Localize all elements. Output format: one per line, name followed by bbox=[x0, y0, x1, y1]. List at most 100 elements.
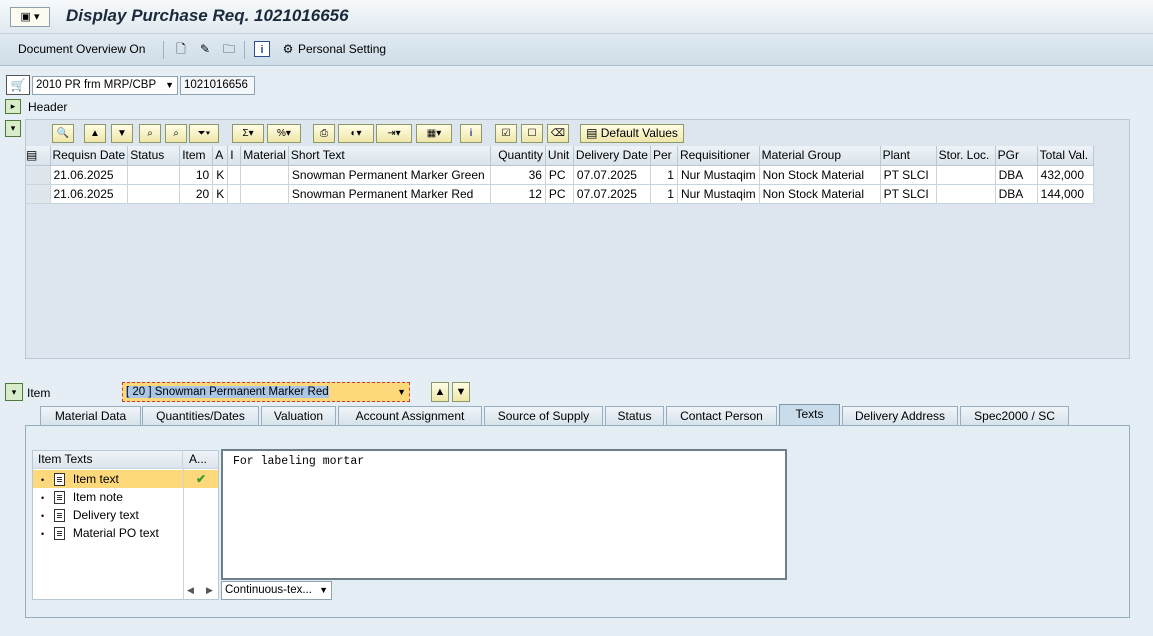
tab-spec2000-sc[interactable]: Spec2000 / SC bbox=[960, 406, 1069, 426]
cell-unit[interactable]: PC bbox=[545, 165, 574, 185]
cell-short-text[interactable]: Snowman Permanent Marker Green bbox=[288, 165, 491, 185]
column-header[interactable]: Total Val. bbox=[1037, 146, 1094, 166]
tree-item-item-text[interactable]: • Item text bbox=[33, 470, 183, 488]
cell-material-group[interactable]: Non Stock Material bbox=[759, 165, 881, 185]
cell-total-val[interactable]: 432,000 bbox=[1037, 165, 1094, 185]
cell-requisn-date[interactable]: 21.06.2025 bbox=[50, 165, 129, 185]
column-header[interactable]: Quantity bbox=[490, 146, 546, 166]
cell-status[interactable] bbox=[127, 184, 181, 204]
column-header[interactable]: Material Group bbox=[759, 146, 881, 166]
cell-a[interactable]: K bbox=[212, 165, 229, 185]
pr-number-field[interactable]: 1021016656 bbox=[180, 76, 255, 95]
item-select[interactable]: [ 20 ] Snowman Permanent Marker Red ▼ bbox=[122, 382, 410, 402]
row-selector[interactable] bbox=[26, 165, 51, 185]
tab-material-data[interactable]: Material Data bbox=[40, 406, 141, 426]
document-overview-button[interactable]: Document Overview On bbox=[18, 42, 145, 56]
tab-delivery-address[interactable]: Delivery Address bbox=[842, 406, 958, 426]
column-header[interactable]: Requisn Date bbox=[50, 146, 129, 166]
other-purchase-req-icon[interactable]: 🗀 bbox=[221, 41, 237, 57]
collapse-items-icon[interactable]: ▾ bbox=[5, 120, 21, 137]
scroll-right-icon[interactable]: ▶ bbox=[206, 585, 213, 596]
column-header[interactable]: Stor. Loc. bbox=[936, 146, 996, 166]
column-header[interactable]: Short Text bbox=[288, 146, 491, 166]
info-icon[interactable]: i bbox=[254, 41, 270, 57]
display-change-icon[interactable]: ✎ bbox=[197, 41, 213, 57]
default-values-button[interactable]: ▤ Default Values bbox=[580, 124, 684, 143]
tab-quantities-dates[interactable]: Quantities/Dates bbox=[142, 406, 259, 426]
tab-contact-person[interactable]: Contact Person bbox=[666, 406, 777, 426]
cell-requisitioner[interactable]: Nur Mustaqim bbox=[677, 165, 760, 185]
cell-total-val[interactable]: 144,000 bbox=[1037, 184, 1094, 204]
tab-account-assignment[interactable]: Account Assignment bbox=[338, 406, 482, 426]
deselect-all-icon[interactable]: ☐ bbox=[521, 124, 543, 143]
previous-item-icon[interactable]: ▲ bbox=[431, 382, 449, 402]
cell-pgr[interactable]: DBA bbox=[995, 165, 1038, 185]
cell-material[interactable] bbox=[240, 165, 289, 185]
cell-requisitioner[interactable]: Nur Mustaqim bbox=[677, 184, 760, 204]
cell-pgr[interactable]: DBA bbox=[995, 184, 1038, 204]
text-format-select[interactable]: Continuous-tex... ▼ bbox=[221, 581, 332, 600]
cell-unit[interactable]: PC bbox=[545, 184, 574, 204]
cell-material[interactable] bbox=[240, 184, 289, 204]
column-header[interactable]: Plant bbox=[880, 146, 937, 166]
cell-stor-loc[interactable] bbox=[936, 165, 996, 185]
column-header[interactable]: Per bbox=[650, 146, 678, 166]
tree-item-delivery-text[interactable]: • Delivery text bbox=[33, 506, 183, 524]
column-header[interactable]: Unit bbox=[545, 146, 574, 166]
cell-short-text[interactable]: Snowman Permanent Marker Red bbox=[288, 184, 491, 204]
cell-a[interactable]: K bbox=[212, 184, 229, 204]
filter-icon[interactable]: ⏷▾ bbox=[189, 124, 219, 143]
next-item-icon[interactable]: ▼ bbox=[452, 382, 470, 402]
sort-ascending-icon[interactable]: ▲ bbox=[84, 124, 106, 143]
column-header[interactable]: Delivery Date bbox=[573, 146, 651, 166]
tab-texts[interactable]: Texts bbox=[779, 404, 840, 426]
table-row[interactable]: 21.06.2025 20 K Snowman Permanent Marker… bbox=[26, 184, 1094, 204]
cell-plant[interactable]: PT SLCI bbox=[880, 184, 937, 204]
cell-i[interactable] bbox=[227, 184, 242, 204]
tree-item-item-note[interactable]: • Item note bbox=[33, 488, 183, 506]
personal-setting-icon[interactable]: ⚙ bbox=[280, 41, 296, 57]
sum-icon[interactable]: Σ▾ bbox=[232, 124, 264, 143]
views-icon[interactable]: ◐▾ bbox=[338, 124, 374, 143]
details-icon[interactable]: 🔍 bbox=[52, 124, 74, 143]
find-icon[interactable]: ⌕ bbox=[139, 124, 161, 143]
export-icon[interactable]: ⇥▾ bbox=[376, 124, 412, 143]
cell-material-group[interactable]: Non Stock Material bbox=[759, 184, 881, 204]
column-settings-icon[interactable]: ▤ bbox=[26, 146, 51, 166]
cell-i[interactable] bbox=[227, 165, 242, 185]
layout-icon[interactable]: ▦▾ bbox=[416, 124, 452, 143]
column-header[interactable]: I bbox=[227, 146, 242, 166]
cell-status[interactable] bbox=[127, 165, 181, 185]
tree-item-material-po-text[interactable]: • Material PO text bbox=[33, 524, 183, 542]
transaction-menu-icon[interactable]: ▣ ▾ bbox=[10, 7, 50, 27]
tab-status[interactable]: Status bbox=[605, 406, 664, 426]
column-header[interactable]: Requisitioner bbox=[677, 146, 760, 166]
expand-header-icon[interactable]: ▸ bbox=[5, 99, 21, 114]
document-type-select[interactable]: 2010 PR frm MRP/CBP ▼ bbox=[32, 76, 178, 95]
scroll-left-icon[interactable]: ◀ bbox=[187, 585, 194, 596]
cell-item[interactable]: 20 bbox=[179, 184, 214, 204]
find-next-icon[interactable]: ⌕ bbox=[165, 124, 187, 143]
table-row[interactable]: 21.06.2025 10 K Snowman Permanent Marker… bbox=[26, 165, 1094, 185]
personal-setting-button[interactable]: Personal Setting bbox=[298, 42, 386, 56]
print-icon[interactable]: ⎙ bbox=[313, 124, 335, 143]
cell-requisn-date[interactable]: 21.06.2025 bbox=[50, 184, 129, 204]
subtotal-icon[interactable]: %▾ bbox=[267, 124, 301, 143]
cell-per[interactable]: 1 bbox=[650, 184, 678, 204]
cell-delivery-date[interactable]: 07.07.2025 bbox=[573, 165, 651, 185]
row-selector[interactable] bbox=[26, 184, 51, 204]
text-editor[interactable]: For labeling mortar bbox=[221, 449, 787, 580]
column-header[interactable]: Material bbox=[240, 146, 289, 166]
collapse-item-detail-icon[interactable]: ▾ bbox=[5, 383, 23, 401]
cell-item[interactable]: 10 bbox=[179, 165, 214, 185]
cell-quantity[interactable]: 36 bbox=[490, 165, 546, 185]
column-header[interactable]: Status bbox=[127, 146, 181, 166]
new-document-icon[interactable]: 🗋 bbox=[173, 41, 189, 57]
column-header[interactable]: PGr bbox=[995, 146, 1038, 166]
tab-valuation[interactable]: Valuation bbox=[261, 406, 336, 426]
grid-info-icon[interactable]: i bbox=[460, 124, 482, 143]
cell-quantity[interactable]: 12 bbox=[490, 184, 546, 204]
sort-descending-icon[interactable]: ▼ bbox=[111, 124, 133, 143]
cell-delivery-date[interactable]: 07.07.2025 bbox=[573, 184, 651, 204]
cell-stor-loc[interactable] bbox=[936, 184, 996, 204]
